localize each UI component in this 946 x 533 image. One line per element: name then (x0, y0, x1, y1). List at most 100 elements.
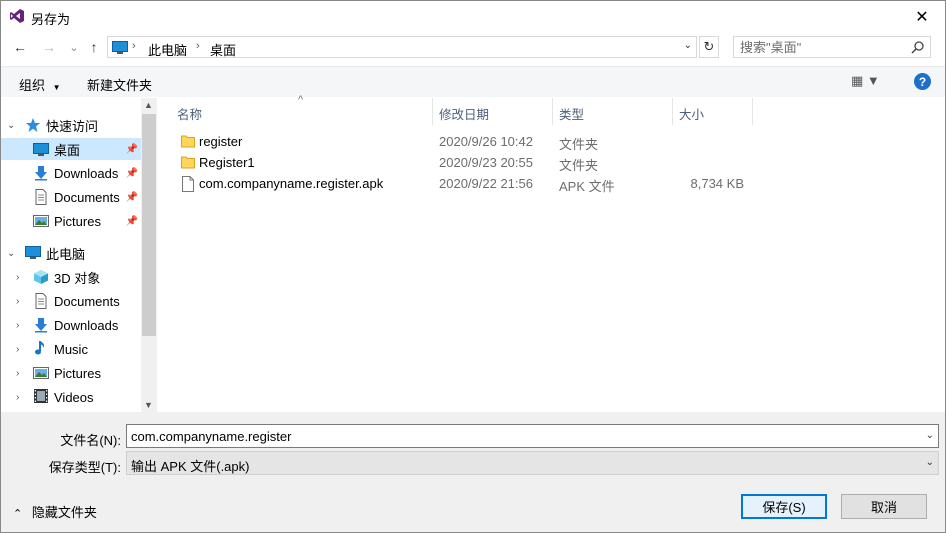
chevron-right-icon[interactable]: › (16, 272, 19, 283)
sidebar-item-label: 快速访问 (46, 118, 99, 134)
chevron-right-icon[interactable]: › (16, 320, 19, 331)
chevron-right-icon[interactable]: › (16, 392, 19, 403)
sidebar-item-pc-pictures[interactable]: › Pictures (1, 362, 141, 384)
hide-folders-button[interactable]: ⌃ 隐藏文件夹 (13, 502, 97, 521)
search-icon[interactable] (911, 40, 925, 54)
chevron-down-icon[interactable]: ⌄ (7, 120, 15, 131)
new-folder-button[interactable]: 新建文件夹 (87, 75, 152, 94)
address-dropdown-button[interactable]: ⌄ (684, 40, 692, 51)
breadcrumb-desktop[interactable]: 桌面 (210, 40, 236, 59)
column-header-type[interactable]: 类型 (553, 98, 673, 125)
organize-button[interactable]: 组织 ▼ (19, 75, 61, 94)
pictures-icon (33, 367, 49, 379)
navigation-scrollbar[interactable]: ▲ ▼ (141, 98, 157, 412)
filetype-value: 输出 APK 文件(.apk) (131, 459, 250, 474)
folder-icon (181, 156, 195, 169)
sidebar-item-downloads[interactable]: Downloads 📌 (1, 162, 141, 184)
breadcrumb-separator: › (196, 40, 200, 52)
command-bar: 组织 ▼ 新建文件夹 ▦ ▼ ? (1, 66, 945, 97)
save-options-panel: 文件名(N): com.companyname.register ⌄ 保存类型(… (1, 412, 945, 532)
filename-field[interactable]: com.companyname.register ⌄ (126, 424, 939, 448)
breadcrumb-this-pc[interactable]: 此电脑 (148, 40, 187, 59)
navigation-pane: ⌄ 快速访问 桌面 📌 Downloads 📌 Documents 📌 Pict… (1, 98, 157, 412)
chevron-right-icon[interactable]: › (16, 344, 19, 355)
recent-locations-button[interactable]: ⌄ (64, 37, 84, 57)
sidebar-item-music[interactable]: › Music (1, 338, 141, 360)
chevron-down-icon[interactable]: ⌄ (926, 457, 934, 468)
chevron-down-icon[interactable]: ⌄ (7, 248, 15, 259)
search-box[interactable] (733, 36, 931, 58)
organize-label: 组织 (19, 78, 46, 93)
close-button[interactable]: ✕ (899, 1, 945, 32)
title-bar: 另存为 ✕ (0, 0, 946, 32)
scroll-up-icon[interactable]: ▲ (144, 100, 153, 110)
file-name: com.companyname.register.apk (199, 176, 384, 191)
sidebar-item-label: Downloads (54, 165, 119, 181)
document-icon (35, 189, 47, 205)
file-type: 文件夹 (559, 158, 599, 173)
sidebar-item-desktop[interactable]: 桌面 📌 (1, 138, 141, 160)
chevron-right-icon[interactable]: › (16, 296, 19, 307)
sidebar-item-pc-downloads[interactable]: › Downloads (1, 314, 141, 336)
pin-icon: 📌 (125, 215, 138, 227)
breadcrumb-separator: › (132, 40, 136, 52)
back-button[interactable]: ← (10, 37, 30, 57)
file-size: 8,734 KB (690, 176, 745, 191)
sidebar-item-label: Pictures (54, 213, 101, 229)
scrollbar-thumb[interactable] (142, 114, 156, 336)
sidebar-item-label: Documents (54, 293, 120, 309)
sidebar-item-this-pc[interactable]: ⌄ 此电脑 (1, 242, 141, 264)
sidebar-item-label: Downloads (54, 317, 119, 333)
sidebar-item-pc-documents[interactable]: › Documents (1, 290, 141, 312)
save-button[interactable]: 保存(S) (741, 494, 827, 519)
sidebar-item-label: Pictures (54, 365, 101, 381)
file-row[interactable]: Register1 2020/9/23 20:55 文件夹 (176, 152, 756, 173)
chevron-down-icon[interactable]: ⌄ (926, 430, 934, 441)
3d-objects-icon (34, 270, 48, 284)
pin-icon: 📌 (125, 143, 138, 155)
filename-value[interactable]: com.companyname.register (131, 429, 291, 444)
sidebar-item-videos[interactable]: › Videos (1, 386, 141, 408)
refresh-button[interactable]: ↻ (699, 36, 719, 58)
file-icon (182, 176, 194, 192)
file-date: 2020/9/23 20:55 (439, 155, 533, 170)
sidebar-item-documents[interactable]: Documents 📌 (1, 186, 141, 208)
star-icon (26, 118, 40, 132)
this-pc-icon (112, 41, 128, 54)
pin-icon: 📌 (125, 167, 138, 179)
column-header-size[interactable]: 大小 (673, 98, 753, 125)
sidebar-item-label: 3D 对象 (54, 270, 101, 286)
sidebar-item-label: 此电脑 (46, 246, 86, 262)
address-bar[interactable]: › 此电脑 › 桌面 ⌄ (107, 36, 697, 58)
download-icon (35, 318, 47, 333)
help-icon[interactable]: ? (914, 73, 931, 90)
cancel-button[interactable]: 取消 (841, 494, 927, 519)
music-icon (35, 341, 45, 355)
hide-folders-label: 隐藏文件夹 (31, 505, 97, 520)
forward-button[interactable]: → (39, 37, 59, 57)
sidebar-item-label: 桌面 (54, 142, 81, 158)
window-title: 另存为 (31, 12, 71, 27)
sidebar-item-pictures[interactable]: Pictures 📌 (1, 210, 141, 232)
filetype-label: 保存类型(T): (48, 460, 121, 475)
sidebar-item-quick-access[interactable]: ⌄ 快速访问 (1, 114, 141, 136)
file-row[interactable]: com.companyname.register.apk 2020/9/22 2… (176, 173, 756, 194)
folder-icon (181, 135, 195, 148)
file-name: Register1 (199, 155, 255, 170)
file-list[interactable]: ^ 名称 修改日期 类型 大小 register 2020/9/26 10:42… (158, 94, 945, 412)
up-button[interactable]: ↑ (84, 37, 104, 57)
column-header-name[interactable]: 名称 (171, 98, 433, 125)
scroll-down-icon[interactable]: ▼ (144, 400, 153, 410)
document-icon (35, 293, 47, 309)
file-row[interactable]: register 2020/9/26 10:42 文件夹 (176, 131, 756, 152)
change-view-button[interactable]: ▦ ▼ (851, 73, 880, 89)
sidebar-item-3d-objects[interactable]: › 3D 对象 (1, 266, 141, 288)
column-header-date[interactable]: 修改日期 (433, 98, 553, 125)
chevron-right-icon[interactable]: › (16, 368, 19, 379)
this-pc-icon (25, 246, 41, 259)
chevron-up-icon: ⌃ (13, 508, 23, 520)
desktop-icon (33, 143, 49, 156)
search-input[interactable] (734, 37, 904, 57)
filetype-select[interactable]: 输出 APK 文件(.apk) ⌄ (126, 451, 939, 475)
download-icon (35, 166, 47, 181)
